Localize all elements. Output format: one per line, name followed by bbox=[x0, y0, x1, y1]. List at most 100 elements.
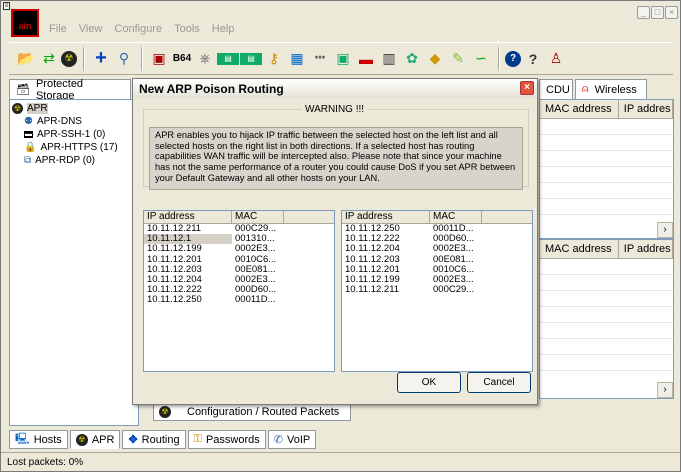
terminal-icon[interactable]: ▬ bbox=[355, 48, 377, 70]
menu-tools[interactable]: Tools bbox=[174, 23, 200, 35]
cancel-button[interactable]: Cancel bbox=[467, 372, 531, 393]
right-list-rows: 10.11.12.250 00011D... 10.11.12.222 000D60.… bbox=[342, 223, 532, 295]
host-mac: 00011D... bbox=[235, 295, 276, 306]
col-ip[interactable]: IP addres bbox=[619, 240, 673, 258]
network-icon[interactable]: ▣ bbox=[332, 48, 354, 70]
host-row[interactable]: 10.11.12.250 00011D... bbox=[144, 295, 334, 305]
apr-tree[interactable]: ☢ APR ⚉ APR-DNS ▬ APR-SSH-1 (0) 🔒 APR-HT… bbox=[9, 99, 139, 426]
right-host-list[interactable]: IP address MAC 10.11.12.250 00011D... 10.1… bbox=[341, 210, 533, 372]
close-icon[interactable]: × bbox=[665, 6, 678, 19]
hash-icon[interactable]: *** bbox=[309, 48, 331, 70]
host-mac: 0010C6... bbox=[433, 264, 475, 275]
tree-item-apr[interactable]: ☢ APR bbox=[12, 102, 134, 115]
col-ip[interactable]: IP addres bbox=[619, 100, 673, 118]
host-mac: 000D60... bbox=[235, 285, 277, 296]
tab-wireless[interactable]: ⍝ Wireless bbox=[575, 79, 647, 99]
tab-apr[interactable]: ☢ APR bbox=[69, 430, 121, 449]
rdp-icon: ⧉ bbox=[24, 155, 32, 166]
left-host-list[interactable]: IP address MAC 10.11.12.211 000C29... 10.1… bbox=[143, 210, 335, 372]
packet-icon[interactable]: ⚷ bbox=[263, 48, 285, 70]
col-mac[interactable]: MAC bbox=[232, 211, 284, 223]
user-icon[interactable]: ♙ bbox=[545, 48, 567, 70]
host-mac: 000D60... bbox=[433, 234, 475, 245]
routing-table-bottom[interactable]: MAC address IP addres › bbox=[539, 239, 674, 399]
status-bar: Lost packets: 0% bbox=[1, 452, 680, 471]
host-mac: 00011D... bbox=[433, 224, 474, 234]
col-mac[interactable]: MAC address bbox=[540, 240, 619, 258]
menu-help[interactable]: Help bbox=[212, 23, 235, 35]
host-mac: 0002E3... bbox=[235, 244, 276, 255]
new-arp-poison-routing-dialog: New ARP Poison Routing × WARNING !!! APR… bbox=[132, 78, 538, 405]
cdu-icon[interactable]: ▥ bbox=[378, 48, 400, 70]
apr-icon: ☢ bbox=[75, 433, 88, 446]
info-icon[interactable]: ✎ bbox=[447, 48, 469, 70]
host-mac: 00E081... bbox=[433, 254, 474, 265]
tree-label: APR bbox=[27, 103, 48, 114]
crack-icon[interactable]: ▣ bbox=[148, 48, 170, 70]
host-row[interactable]: 10.11.12.211 000C29... bbox=[342, 285, 532, 295]
routes-icon[interactable]: ⎈ bbox=[194, 48, 216, 70]
host-mac: 000C29... bbox=[433, 285, 475, 296]
about-icon[interactable]: ? bbox=[522, 48, 544, 70]
scroll-right-icon[interactable]: › bbox=[657, 382, 673, 398]
maximize-icon[interactable]: □ bbox=[651, 6, 664, 19]
tab-label: VoIP bbox=[286, 433, 311, 446]
open-icon[interactable]: 📂 bbox=[15, 48, 37, 70]
tree-item-apr-ssh[interactable]: ▬ APR-SSH-1 (0) bbox=[24, 128, 134, 141]
host-mac: 0010C6... bbox=[235, 254, 277, 265]
voip-icon[interactable]: ◆ bbox=[424, 48, 446, 70]
apr-icon[interactable]: ☢ bbox=[61, 50, 77, 67]
antenna-icon: ⍝ bbox=[582, 83, 589, 95]
scroll-right-icon[interactable]: › bbox=[657, 222, 673, 238]
sniffer-icon[interactable]: ⇄ bbox=[38, 48, 60, 70]
toolbar: 📂 ⇄ ☢ + ⚲ ▣ B64 ⎈ ▤ ▤ ⚷ ▦ *** ▣ ▬ ▥ ✿ ◆ … bbox=[9, 42, 673, 75]
host-mac: 00E081... bbox=[235, 264, 276, 275]
warning-text: APR enables you to hijack IP traffic bet… bbox=[149, 127, 523, 190]
tree-item-apr-dns[interactable]: ⚉ APR-DNS bbox=[24, 115, 134, 128]
close-icon[interactable]: × bbox=[520, 81, 534, 95]
warning-group: WARNING !!! APR enables you to hijack IP… bbox=[143, 104, 529, 190]
menu-configure[interactable]: Configure bbox=[114, 23, 162, 35]
wep-icon[interactable]: ▤ bbox=[240, 52, 262, 65]
tab-voip[interactable]: ✆ VoIP bbox=[267, 430, 317, 449]
col-empty bbox=[482, 211, 532, 223]
menu-bar: File View Configure Tools Help bbox=[49, 23, 234, 35]
routing-icon: ✥ bbox=[128, 434, 138, 446]
tree-item-apr-rdp[interactable]: ⧉ APR-RDP (0) bbox=[24, 154, 134, 167]
add-icon[interactable]: + bbox=[90, 47, 112, 70]
lsa-icon[interactable]: ▤ bbox=[217, 52, 239, 65]
scan-icon[interactable]: ⚲ bbox=[113, 48, 135, 70]
tab-passwords[interactable]: ⚿ Passwords bbox=[187, 430, 266, 449]
menu-view[interactable]: View bbox=[79, 23, 103, 35]
certificate-icon[interactable]: ✿ bbox=[401, 48, 423, 70]
col-ip-address[interactable]: IP address bbox=[342, 211, 430, 223]
col-mac[interactable]: MAC bbox=[430, 211, 482, 223]
help-icon[interactable]: ? bbox=[505, 50, 521, 67]
system-menu-icon[interactable]: ≡ bbox=[3, 2, 10, 10]
ok-button[interactable]: OK bbox=[397, 372, 461, 393]
tab-cdu[interactable]: CDU bbox=[539, 79, 573, 99]
phone-icon: ✆ bbox=[273, 434, 283, 446]
dns-icon: ⚉ bbox=[24, 116, 33, 127]
table-body bbox=[540, 119, 673, 215]
warning-legend: WARNING !!! bbox=[305, 104, 365, 115]
tab-label: CDU bbox=[546, 83, 570, 96]
wireless-icon[interactable]: ∽ bbox=[470, 48, 492, 70]
apr-icon: ☢ bbox=[12, 103, 23, 114]
host-mac: 0002E3... bbox=[433, 244, 474, 255]
tab-protected-storage[interactable]: 🗃 Protected Storage bbox=[9, 78, 131, 102]
tab-label: Passwords bbox=[205, 433, 260, 446]
bottom-tabs: 🖳 Hosts ☢ APR ✥ Routing ⚿ Passwords ✆ Vo… bbox=[9, 430, 318, 449]
routing-table-top[interactable]: MAC address IP addres › bbox=[539, 99, 674, 239]
tab-routing[interactable]: ✥ Routing bbox=[122, 430, 186, 449]
password-icon[interactable]: ▦ bbox=[286, 48, 308, 70]
menu-file[interactable]: File bbox=[49, 23, 67, 35]
col-mac[interactable]: MAC address bbox=[540, 100, 619, 118]
col-ip-address[interactable]: IP address bbox=[144, 211, 232, 223]
base64-icon[interactable]: B64 bbox=[171, 48, 193, 70]
tree-item-apr-https[interactable]: 🔒 APR-HTTPS (17) bbox=[24, 141, 134, 154]
host-mac: 001310... bbox=[235, 234, 275, 245]
tree-label: APR-DNS bbox=[36, 116, 82, 127]
minimize-icon[interactable]: _ bbox=[637, 6, 650, 19]
tab-hosts[interactable]: 🖳 Hosts bbox=[9, 430, 68, 449]
